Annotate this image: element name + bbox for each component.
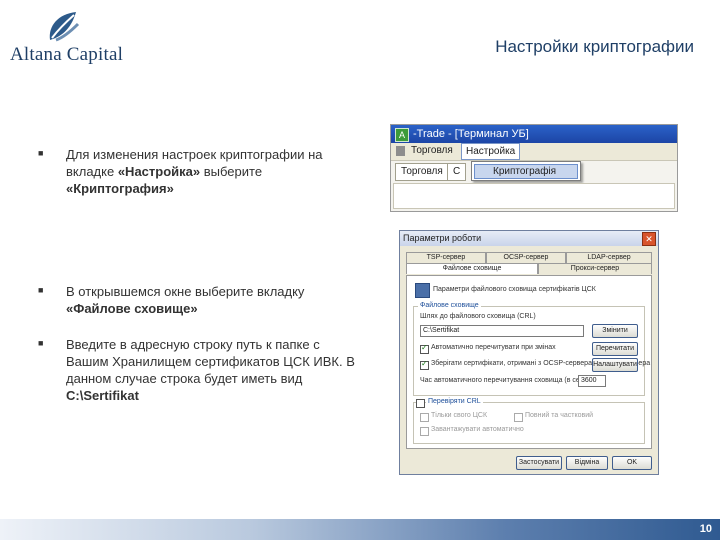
save-certs-checkbox[interactable]: [420, 359, 429, 370]
bullet-text: Введите в адресную строку путь к папке с…: [66, 337, 355, 403]
auto-reread-checkbox[interactable]: [420, 343, 429, 354]
dialog-title: Параметри роботи: [403, 233, 482, 243]
screenshot-menu: A -Trade - [Терминал УБ] Торговля Настро…: [390, 124, 678, 212]
tab-file-storage[interactable]: Файлове сховище: [406, 263, 538, 274]
reread-button[interactable]: Перечитати: [592, 342, 638, 356]
file-icon: [396, 146, 405, 156]
screenshot-dialog: Параметри роботи ✕ TSP-сервер OCSP-серве…: [399, 230, 659, 475]
company-logo: Altana Capital: [10, 10, 140, 65]
crl-group: Перевіряти CRL Тільки свого ЦСК Повний т…: [413, 398, 645, 444]
auto-reread-label: Автоматично перечитувати при змінах: [431, 344, 556, 351]
cancel-button[interactable]: Відміна: [566, 456, 608, 470]
tab-ocsp[interactable]: OCSP-сервер: [486, 252, 566, 263]
logo-text: Altana Capital: [10, 44, 124, 65]
tab-proxy[interactable]: Прокси-сервер: [538, 263, 652, 274]
app-icon: A: [395, 128, 409, 142]
tab-tsp[interactable]: TSP-сервер: [406, 252, 486, 263]
bullet-mark: ■: [38, 285, 44, 295]
footer-bar: 10: [0, 519, 720, 540]
storage-icon: [415, 283, 430, 298]
bullet-text: В открывшемся окне выберите вкладку «Фай…: [66, 284, 305, 316]
path-input[interactable]: C:\Sertifikat: [420, 325, 584, 337]
tab-trading[interactable]: Торговля: [395, 163, 449, 181]
settings-panel: Параметри файлового сховища сертифікатів…: [406, 275, 652, 449]
settings-dropdown: Криптографія: [471, 161, 581, 181]
menu-item-trading[interactable]: Торговля: [411, 145, 453, 156]
menu-item-cryptography[interactable]: Криптографія: [474, 164, 578, 179]
crl-full-checkbox[interactable]: [514, 413, 523, 422]
crl-auto-label: Завантажувати автоматично: [431, 426, 524, 433]
page-title: Настройки криптографии: [495, 37, 694, 56]
group-label: Файлове сховище: [418, 302, 481, 309]
crl-auto-checkbox[interactable]: [420, 427, 429, 436]
path-label: Шлях до файлового сховища (CRL): [420, 313, 536, 320]
window-titlebar: A -Trade - [Терминал УБ]: [391, 125, 677, 143]
file-storage-group: Файлове сховище Шлях до файлового сховищ…: [413, 302, 650, 396]
crl-own-checkbox[interactable]: [420, 413, 429, 422]
bullet-text: Для изменения настроек криптографии на в…: [66, 147, 323, 196]
apply-button[interactable]: Застосувати: [516, 456, 562, 470]
menu-bar: Торговля Настройка: [391, 143, 677, 161]
interval-input[interactable]: 3600: [578, 375, 606, 387]
crl-checkbox[interactable]: [416, 399, 425, 408]
tab-ldap[interactable]: LDAP-сервер: [566, 252, 652, 263]
configure-button[interactable]: Налаштувати: [592, 358, 638, 372]
crl-own-label: Тільки свого ЦСК: [431, 412, 488, 419]
crl-full-label: Повний та частковий: [525, 412, 594, 419]
crl-group-label: Перевіряти CRL: [426, 398, 483, 405]
content-area: [393, 183, 675, 209]
leaf-logo-icon: [49, 12, 80, 42]
bullet-mark: ■: [38, 338, 44, 348]
menu-item-settings[interactable]: Настройка: [461, 143, 521, 160]
page-number: 10: [699, 523, 712, 535]
bullet-mark: ■: [38, 148, 44, 158]
tab-partial[interactable]: С: [447, 163, 467, 181]
change-button[interactable]: Змінити: [592, 324, 638, 338]
panel-header: Параметри файлового сховища сертифікатів…: [433, 286, 596, 293]
close-icon[interactable]: ✕: [642, 232, 656, 246]
ok-button[interactable]: OK: [612, 456, 652, 470]
dialog-titlebar: Параметри роботи ✕: [400, 231, 658, 246]
interval-label: Час автоматичного перечитування сховища …: [420, 377, 588, 384]
window-title: -Trade - [Терминал УБ]: [413, 128, 529, 140]
